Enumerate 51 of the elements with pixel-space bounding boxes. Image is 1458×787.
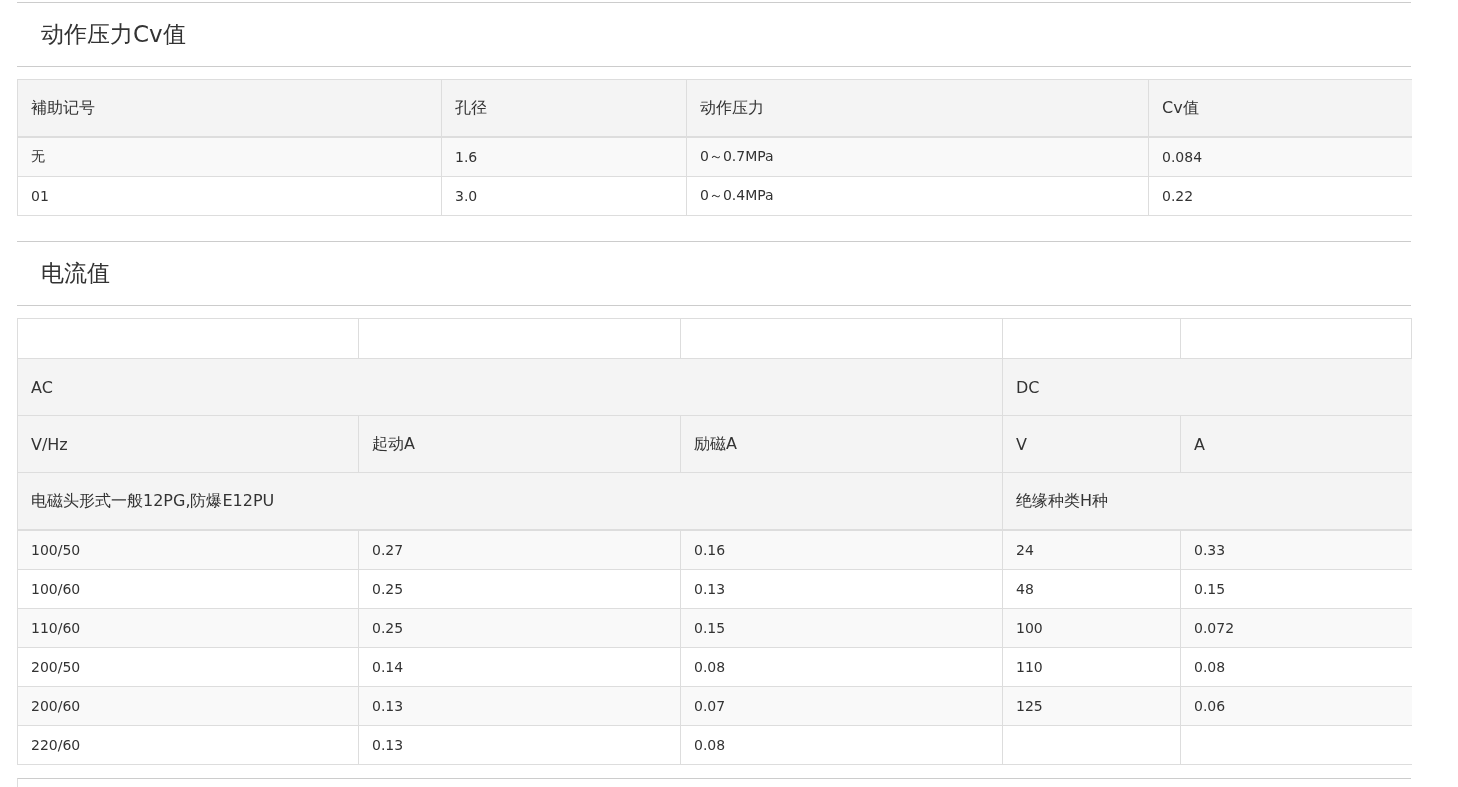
table-cell: 0.15	[1180, 569, 1412, 609]
table-cell: 110/60	[17, 608, 359, 648]
table-cell: 100	[1002, 608, 1181, 648]
table-cell: 0.13	[358, 686, 681, 726]
table-cell: 1.6	[441, 137, 687, 177]
group-header: DC	[1002, 358, 1412, 416]
group-note: 电磁头形式一般12PG,防爆E12PU	[17, 472, 1003, 530]
table-cell: 110	[1002, 647, 1181, 687]
table-cell: 0.084	[1148, 137, 1412, 177]
column-header: 補助记号	[17, 79, 442, 137]
table-cell: 3.0	[441, 176, 687, 216]
table-cell: 0.07	[680, 686, 1003, 726]
column-header: V	[1002, 415, 1181, 473]
table-cell: 01	[17, 176, 442, 216]
table-cell: 200/60	[17, 686, 359, 726]
table-cell: 0.14	[358, 647, 681, 687]
section-title: 动作压力Cv值	[41, 20, 186, 49]
table-cell: 0.13	[358, 725, 681, 765]
group-note: 绝缘种类H种	[1002, 472, 1412, 530]
table-cell: 0.13	[680, 569, 1003, 609]
table-cell: 125	[1002, 686, 1181, 726]
table-cell: 200/50	[17, 647, 359, 687]
table-cell: 0.16	[680, 530, 1003, 570]
table-cell: 0.08	[1180, 647, 1412, 687]
table-cell: 0.22	[1148, 176, 1412, 216]
table-cell: 0.15	[680, 608, 1003, 648]
table-cell: 0.072	[1180, 608, 1412, 648]
table-cell: 220/60	[17, 725, 359, 765]
table-cell: 100/60	[17, 569, 359, 609]
table-cell: 无	[17, 137, 442, 177]
column-header: Cv值	[1148, 79, 1412, 137]
table-cell: 100/50	[17, 530, 359, 570]
section-title: 电流值	[41, 259, 110, 288]
table-cell: 48	[1002, 569, 1181, 609]
column-header: V/Hz	[17, 415, 359, 473]
table-cell: 0.06	[1180, 686, 1412, 726]
column-header: 动作压力	[686, 79, 1149, 137]
group-header: AC	[17, 358, 1003, 416]
column-header: 励磁A	[680, 415, 1003, 473]
column-header: 起动A	[358, 415, 681, 473]
table-cell: 0.25	[358, 608, 681, 648]
table-cell: 24	[1002, 530, 1181, 570]
table-cell: 0～0.4MPa	[686, 176, 1149, 216]
table-cell: 0.08	[680, 647, 1003, 687]
column-header: 孔径	[441, 79, 687, 137]
column-header: A	[1180, 415, 1412, 473]
table-cell: 0.08	[680, 725, 1003, 765]
table-cell: 0.25	[358, 569, 681, 609]
table-cell: 0.33	[1180, 530, 1412, 570]
table-cell: 0.27	[358, 530, 681, 570]
table-cell: 0～0.7MPa	[686, 137, 1149, 177]
